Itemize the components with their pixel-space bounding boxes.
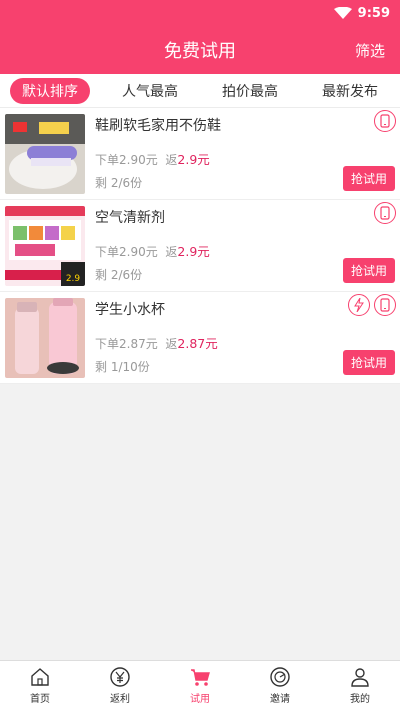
item-name: 空气清新剂 — [95, 210, 165, 226]
order-price: 下单2.90元 — [95, 153, 158, 167]
product-image: 2.9 — [5, 206, 85, 286]
nav-label: 返利 — [110, 694, 130, 705]
item-badges — [374, 202, 396, 224]
return-price: 2.9元 — [177, 244, 210, 259]
status-bar: 9:59 — [0, 0, 400, 26]
return-price: 2.87元 — [177, 336, 218, 351]
status-time: 9:59 — [357, 5, 390, 21]
filter-button[interactable]: 筛选 — [355, 40, 385, 61]
wifi-icon — [333, 7, 352, 19]
return-prefix: 返 — [165, 153, 178, 167]
item-info: 空气清新剂 下单2.90元 返2.9元 剩 2/6份 抢试用 — [95, 206, 395, 285]
item-badges — [348, 294, 396, 316]
grab-trial-button[interactable]: 抢试用 — [342, 350, 395, 375]
tab-highest-price[interactable]: 拍价最高 — [210, 78, 290, 104]
list-item[interactable]: 鞋刷软毛家用不伤鞋 下单2.90元 返2.9元 剩 2/6份 抢试用 — [0, 108, 400, 200]
return-price: 2.9元 — [177, 152, 210, 167]
product-image — [5, 298, 85, 378]
nav-label: 邀请 — [270, 694, 290, 705]
nav-label: 试用 — [190, 694, 210, 705]
nav-label: 首页 — [30, 694, 50, 705]
lightning-icon — [348, 294, 370, 316]
order-price: 下单2.90元 — [95, 245, 158, 259]
product-image — [5, 114, 85, 194]
nav-label: 我的 — [350, 694, 370, 705]
cart-icon — [191, 669, 210, 686]
nav-invite[interactable]: 邀请 — [240, 661, 320, 710]
item-info: 鞋刷软毛家用不伤鞋 下单2.90元 返2.9元 剩 2/6份 抢试用 — [95, 114, 395, 193]
yen-icon — [110, 667, 130, 687]
trial-list: 鞋刷软毛家用不伤鞋 下单2.90元 返2.9元 剩 2/6份 抢试用 2.9 空… — [0, 108, 400, 384]
user-icon — [351, 668, 369, 687]
nav-rebate[interactable]: 返利 — [80, 661, 160, 710]
nav-trial[interactable]: 试用 — [160, 661, 240, 710]
tab-popularity[interactable]: 人气最高 — [110, 78, 190, 104]
app-bar: 免费试用 筛选 — [0, 26, 400, 74]
order-price: 下单2.87元 — [95, 337, 158, 351]
phone-icon — [374, 202, 396, 224]
grab-trial-button[interactable]: 抢试用 — [342, 258, 395, 283]
nav-home[interactable]: 首页 — [0, 661, 80, 710]
thumb-price-label: 2.9 — [66, 274, 81, 284]
page-title: 免费试用 — [164, 41, 236, 62]
return-prefix: 返 — [165, 337, 178, 351]
list-item[interactable]: 2.9 空气清新剂 下单2.90元 返2.9元 剩 2/6份 抢试用 — [0, 200, 400, 292]
sort-tabs: 默认排序 人气最高 拍价最高 最新发布 — [0, 74, 400, 108]
phone-icon — [374, 294, 396, 316]
grab-trial-button[interactable]: 抢试用 — [342, 166, 395, 191]
home-icon — [31, 668, 49, 686]
bottom-nav: 首页 返利 试用 邀请 我的 — [0, 660, 400, 710]
invite-icon — [270, 667, 290, 687]
tab-newest[interactable]: 最新发布 — [310, 78, 390, 104]
phone-icon — [374, 110, 396, 132]
item-name: 鞋刷软毛家用不伤鞋 — [95, 118, 221, 134]
return-prefix: 返 — [165, 245, 178, 259]
item-badges — [374, 110, 396, 132]
tab-default-sort[interactable]: 默认排序 — [10, 77, 90, 104]
list-item[interactable]: 学生小水杯 下单2.87元 返2.87元 剩 1/10份 抢试用 — [0, 292, 400, 384]
nav-mine[interactable]: 我的 — [320, 661, 400, 710]
